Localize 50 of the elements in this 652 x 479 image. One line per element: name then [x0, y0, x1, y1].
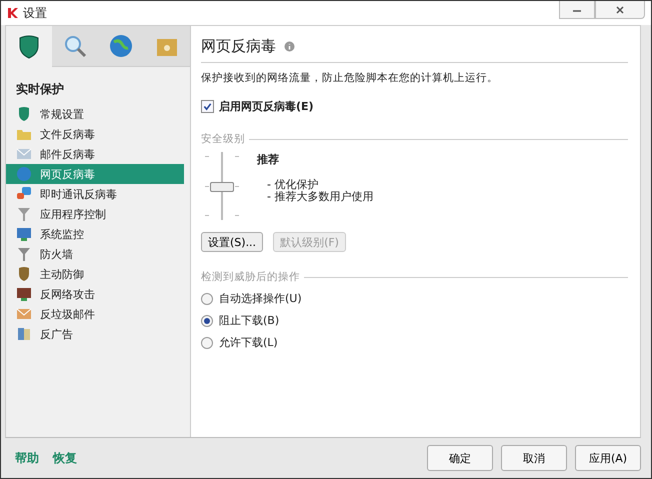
- group-title: 安全级别: [201, 132, 245, 146]
- sidebar-item[interactable]: 防火墙: [6, 244, 184, 264]
- radio-option[interactable]: 允许下载(L): [201, 335, 628, 350]
- section-heading: 实时保护: [16, 81, 65, 98]
- level-detail: - 推荐大多数用户使用: [267, 191, 374, 203]
- sidebar-item[interactable]: 反广告: [6, 324, 184, 344]
- dialog-button[interactable]: 确定: [427, 445, 493, 471]
- sidebar-item[interactable]: 网页反病毒: [6, 164, 184, 184]
- radio-option[interactable]: 阻止下载(B): [201, 313, 628, 328]
- filter-icon: [16, 206, 32, 222]
- radio-button[interactable]: [201, 336, 213, 348]
- chat-icon: [16, 186, 32, 202]
- level-detail: - 优化保护: [267, 179, 320, 191]
- monitor-icon: [16, 226, 32, 242]
- sidebar-item[interactable]: 常规设置: [6, 104, 184, 124]
- dialog-button[interactable]: 取消: [501, 445, 567, 471]
- minimize-button[interactable]: [559, 1, 595, 19]
- sidebar-item[interactable]: 文件反病毒: [6, 124, 184, 144]
- sidebar-item[interactable]: 应用程序控制: [6, 204, 184, 224]
- radio-option[interactable]: 自动选择操作(U): [201, 291, 628, 306]
- sidebar-item[interactable]: 邮件反病毒: [6, 144, 184, 164]
- dialog-button[interactable]: 应用(A): [575, 445, 641, 471]
- sidebar-item[interactable]: 系统监控: [6, 224, 184, 244]
- close-icon: [615, 4, 625, 14]
- footer-link[interactable]: 帮助: [15, 450, 39, 466]
- sidebar-item[interactable]: 即时通讯反病毒: [6, 184, 184, 204]
- level-name: 推荐: [257, 152, 280, 167]
- radio-button[interactable]: [201, 292, 213, 304]
- checkbox[interactable]: [201, 100, 214, 113]
- radio-button[interactable]: [201, 314, 213, 326]
- enable-checkbox[interactable]: 启用网页反病毒(E): [201, 99, 628, 114]
- level-button[interactable]: 设置(S)...: [201, 232, 264, 252]
- globe-icon: [108, 33, 134, 59]
- mail-icon: [16, 146, 32, 162]
- slider-thumb[interactable]: [210, 182, 234, 192]
- group-title: 检测到威胁后的操作: [201, 270, 300, 284]
- panel-title: 网页反病毒: [201, 36, 276, 56]
- info-icon[interactable]: [284, 40, 295, 52]
- sidebar-item[interactable]: 反网络攻击: [6, 284, 184, 304]
- sidebar-item[interactable]: 反垃圾邮件: [6, 304, 184, 324]
- app-logo-icon: [7, 7, 19, 19]
- shield-icon: [16, 106, 32, 122]
- description-text: 保护接收到的网络流量，防止危险脚本在您的计算机上运行。: [201, 71, 499, 85]
- globe-icon: [16, 166, 32, 182]
- close-button[interactable]: [595, 1, 645, 19]
- search-icon: [62, 33, 88, 59]
- tab[interactable]: [6, 26, 52, 67]
- footer-link[interactable]: 恢复: [53, 450, 77, 466]
- window-title: 设置: [23, 4, 47, 22]
- sidebar-item[interactable]: 主动防御: [6, 264, 184, 284]
